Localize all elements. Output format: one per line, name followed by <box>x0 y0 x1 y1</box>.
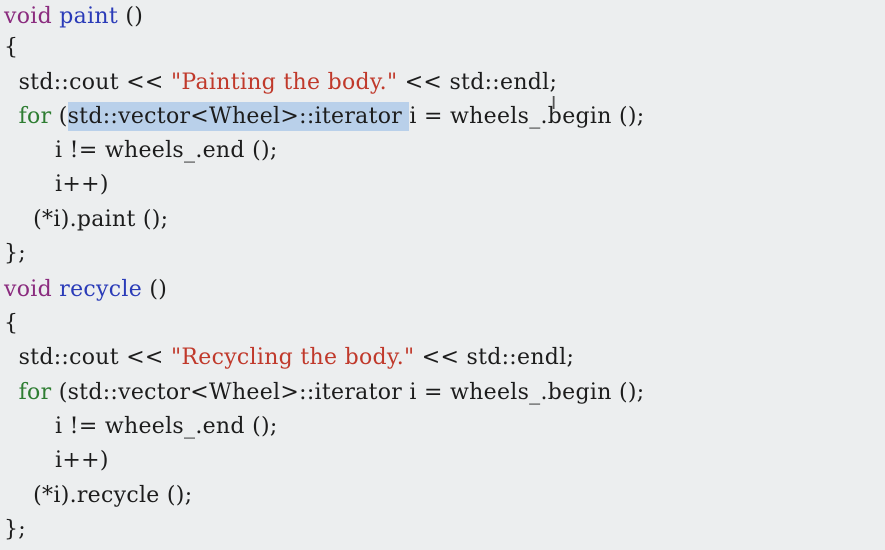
code-text: ( <box>51 104 68 129</box>
code-line-12: for (std::vector<Wheel>::iterator i = wh… <box>4 376 645 410</box>
code-text: << std::endl; <box>397 70 558 95</box>
code-line-14: i++) <box>4 444 109 478</box>
code-line-5: i != wheels_.end (); <box>4 134 278 168</box>
code-text: (*i).paint (); <box>4 207 169 232</box>
function-name-paint: paint <box>59 4 119 29</box>
code-text: () <box>142 277 168 302</box>
code-text: (std::vector<Wheel>::iterator i = wheels… <box>51 380 645 405</box>
code-text: i++) <box>4 172 109 197</box>
keyword-void: void <box>4 4 52 29</box>
code-text: i != wheels_.end (); <box>4 138 278 163</box>
string-literal: "Recycling the body." <box>170 345 415 370</box>
code-text: i = wheels_.begin (); <box>409 104 645 129</box>
open-brace: { <box>4 311 19 336</box>
code-text: i != wheels_.end (); <box>4 414 278 439</box>
code-line-2: { <box>4 31 18 65</box>
keyword-void: void <box>4 277 52 302</box>
code-text: (*i).recycle (); <box>4 483 193 508</box>
keyword-for: for <box>18 104 52 129</box>
code-text: () <box>118 4 144 29</box>
code-line-7: (*i).paint (); <box>4 203 168 237</box>
close-brace: }; <box>4 517 27 542</box>
code-line-16: }; <box>4 513 26 547</box>
string-literal: "Painting the body." <box>170 70 398 95</box>
code-line-8: }; <box>4 237 26 271</box>
code-line-15: (*i).recycle (); <box>4 479 192 513</box>
open-brace: { <box>4 35 19 60</box>
function-name-recycle: recycle <box>59 277 143 302</box>
code-editor[interactable]: void paint () { std::cout << "Painting t… <box>0 0 885 550</box>
code-text: << std::endl; <box>414 345 575 370</box>
code-line-11: std::cout << "Recycling the body." << st… <box>4 341 574 375</box>
code-line-13: i != wheels_.end (); <box>4 410 278 444</box>
close-brace: }; <box>4 241 27 266</box>
code-line-4: for (std::vector<Wheel>::iterator i = wh… <box>4 100 644 134</box>
keyword-for: for <box>18 380 52 405</box>
code-text: std::cout << <box>4 70 171 95</box>
code-line-10: { <box>4 307 18 341</box>
code-text: std::cout << <box>4 345 171 370</box>
code-text: i++) <box>4 448 109 473</box>
code-line-6: i++) <box>4 168 109 202</box>
text-selection[interactable]: std::vector<Wheel>::iterator <box>67 102 410 131</box>
text-cursor-icon: I <box>551 93 557 114</box>
code-line-9: void recycle () <box>4 273 167 307</box>
code-line-3: std::cout << "Painting the body." << std… <box>4 66 557 100</box>
code-line-1: void paint () <box>4 0 143 34</box>
